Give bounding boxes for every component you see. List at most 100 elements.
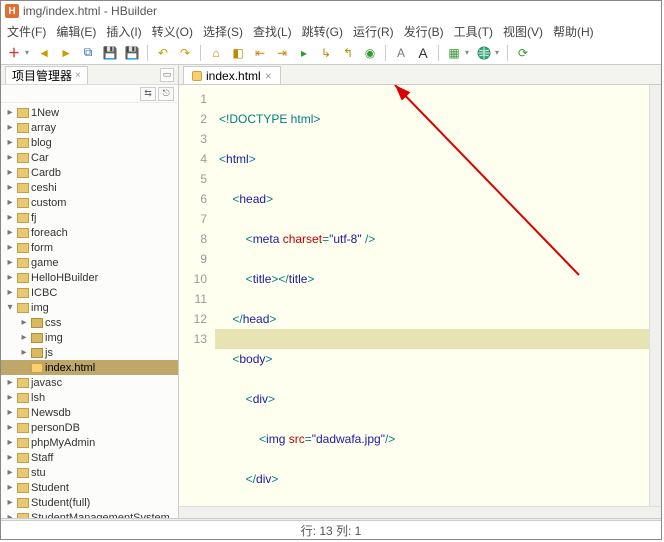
bookmark-icon[interactable]: ◧ [231, 46, 245, 60]
open-icon[interactable]: ⧉ [81, 46, 95, 60]
new-icon[interactable]: ＋ [7, 46, 21, 60]
tree-item-label: array [31, 122, 56, 134]
tree-item[interactable]: ▸phpMyAdmin [1, 435, 178, 450]
menu-select[interactable]: 选择(S) [203, 23, 243, 40]
project-tree[interactable]: ▸1New▸array▸blog▸Car▸Cardb▸ceshi▸custom▸… [1, 103, 178, 518]
source-code[interactable]: <!DOCTYPE html> <html> <head> <meta char… [215, 85, 661, 506]
menu-help[interactable]: 帮助(H) [553, 23, 594, 40]
play-icon[interactable]: ▸ [297, 46, 311, 60]
home-icon[interactable]: ⌂ [209, 46, 223, 60]
twisty-icon[interactable]: ▸ [5, 212, 15, 223]
tree-item[interactable]: ▸Student(full) [1, 495, 178, 510]
twisty-icon[interactable]: ▸ [5, 167, 15, 178]
tree-item[interactable]: ▸ array [1, 120, 178, 135]
twisty-icon[interactable]: ▸ [19, 347, 29, 358]
twisty-icon[interactable]: ▸ [5, 377, 15, 388]
saveall-icon[interactable]: 💾 [125, 46, 139, 60]
twisty-icon[interactable]: ▸ [5, 437, 15, 448]
preview-browser-icon[interactable] [477, 46, 491, 60]
tree-item[interactable]: ▸1New [1, 105, 178, 120]
twisty-icon[interactable]: ▸ [5, 497, 15, 508]
tree-item[interactable]: ▸css [1, 315, 178, 330]
twisty-icon[interactable]: ▸ [5, 467, 15, 478]
stepin-icon[interactable]: ↳ [319, 46, 333, 60]
menu-publish[interactable]: 发行(B) [404, 23, 444, 40]
tree-item[interactable]: ▸fj [1, 210, 178, 225]
twisty-icon[interactable]: ▸ [5, 137, 15, 148]
tree-item[interactable]: ▸Staff [1, 450, 178, 465]
tree-item[interactable]: ▸personDB [1, 420, 178, 435]
sync-icon[interactable]: ⟳ [516, 46, 530, 60]
tree-item[interactable]: ▸ICBC [1, 285, 178, 300]
editor-tab-index[interactable]: index.html × [183, 66, 281, 84]
twisty-icon[interactable]: ▸ [5, 227, 15, 238]
twisty-icon[interactable]: ▸ [5, 452, 15, 463]
link-editor-icon[interactable]: ⎋ [158, 87, 174, 101]
tree-item[interactable]: ▸ceshi [1, 180, 178, 195]
tree-item[interactable]: ▸javasc [1, 375, 178, 390]
twisty-icon[interactable]: ▸ [5, 242, 15, 253]
twisty-icon[interactable]: ▸ [5, 407, 15, 418]
tree-item[interactable]: ▸foreach [1, 225, 178, 240]
twisty-icon[interactable]: ▸ [5, 107, 15, 118]
tree-item[interactable]: index.html [1, 360, 178, 375]
stop-icon[interactable]: ◉ [363, 46, 377, 60]
save-icon[interactable]: 💾 [103, 46, 117, 60]
stepout-icon[interactable]: ↰ [341, 46, 355, 60]
twisty-icon[interactable]: ▸ [5, 482, 15, 493]
fontup-icon[interactable]: A [416, 46, 430, 60]
tree-item[interactable]: ▸Student [1, 480, 178, 495]
close-icon[interactable]: × [75, 70, 81, 81]
menu-find[interactable]: 查找(L) [253, 23, 292, 40]
tree-item[interactable]: ▸lsh [1, 390, 178, 405]
tree-item[interactable]: ▸custom [1, 195, 178, 210]
twisty-icon[interactable]: ▸ [5, 257, 15, 268]
twisty-icon[interactable]: ▸ [5, 392, 15, 403]
twisty-icon[interactable]: ▸ [5, 287, 15, 298]
redo-icon[interactable]: ↷ [178, 46, 192, 60]
tree-item[interactable]: ▸Newsdb [1, 405, 178, 420]
outdent-icon[interactable]: ⇤ [253, 46, 267, 60]
twisty-icon[interactable]: ▸ [5, 272, 15, 283]
menu-file[interactable]: 文件(F) [7, 23, 46, 40]
twisty-icon[interactable]: ▾ [5, 302, 15, 313]
tree-item[interactable]: ▸img [1, 330, 178, 345]
menu-tools[interactable]: 工具(T) [454, 23, 493, 40]
explorer-tab[interactable]: 项目管理器 × [5, 66, 88, 84]
tree-item[interactable]: ▸Car [1, 150, 178, 165]
preview-image-icon[interactable]: ▦ [447, 46, 461, 60]
tree-item[interactable]: ▸Cardb [1, 165, 178, 180]
menu-insert[interactable]: 插入(I) [106, 23, 141, 40]
menu-goto[interactable]: 跳转(G) [302, 23, 343, 40]
twisty-icon[interactable]: ▸ [5, 197, 15, 208]
fontdown-icon[interactable]: A [394, 46, 408, 60]
tree-item[interactable]: ▸js [1, 345, 178, 360]
tree-item[interactable]: ▾img [1, 300, 178, 315]
tree-item[interactable]: ▸game [1, 255, 178, 270]
code-editor[interactable]: 12345678910111213 <!DOCTYPE html> <html>… [179, 85, 661, 506]
twisty-icon[interactable]: ▸ [19, 332, 29, 343]
tree-item-label: HelloHBuilder [31, 272, 98, 284]
indent-icon[interactable]: ⇥ [275, 46, 289, 60]
tree-item[interactable]: ▸ HelloHBuilder [1, 270, 178, 285]
menu-escape[interactable]: 转义(O) [152, 23, 193, 40]
menu-view[interactable]: 视图(V) [503, 23, 543, 40]
twisty-icon[interactable]: ▸ [5, 152, 15, 163]
horizontal-scrollbar[interactable] [179, 506, 661, 518]
minimize-icon[interactable]: ▭ [160, 68, 174, 82]
twisty-icon[interactable]: ▸ [5, 422, 15, 433]
collapse-all-icon[interactable]: ⇆ [140, 87, 156, 101]
forward-icon[interactable]: ► [59, 46, 73, 60]
close-icon[interactable]: × [265, 69, 272, 83]
back-icon[interactable]: ◄ [37, 46, 51, 60]
menu-run[interactable]: 运行(R) [353, 23, 394, 40]
twisty-icon[interactable]: ▸ [19, 317, 29, 328]
undo-icon[interactable]: ↶ [156, 46, 170, 60]
twisty-icon[interactable]: ▸ [5, 182, 15, 193]
tree-item[interactable]: ▸form [1, 240, 178, 255]
tree-item[interactable]: ▸blog [1, 135, 178, 150]
tree-item[interactable]: ▸stu [1, 465, 178, 480]
twisty-icon[interactable]: ▸ [5, 122, 15, 133]
tree-item[interactable]: ▸StudentManagementSystem [1, 510, 178, 518]
menu-edit[interactable]: 编辑(E) [56, 23, 96, 40]
